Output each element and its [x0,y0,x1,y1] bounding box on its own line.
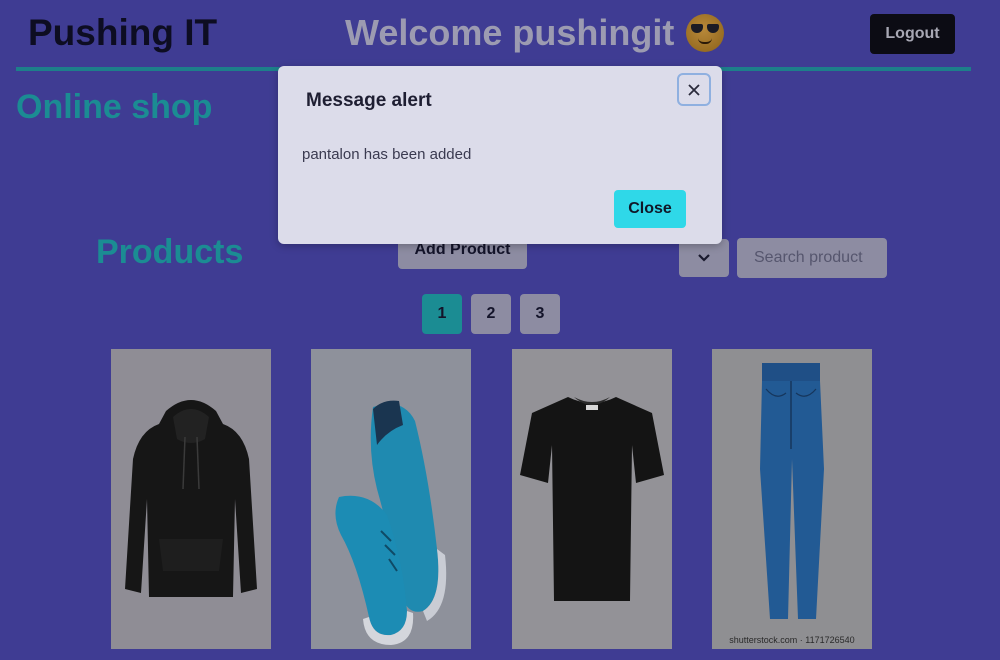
logout-button[interactable]: Logout [870,14,955,54]
modal-close-icon-button[interactable] [677,73,711,106]
image-watermark: shutterstock.com · 1171726540 [729,635,855,645]
chevron-down-icon [698,254,710,262]
product-card-tshirt[interactable] [512,349,672,649]
page-button-3[interactable]: 3 [520,294,560,334]
modal-title: Message alert [306,90,432,111]
product-card-hoodie[interactable] [111,349,271,649]
sunglasses-face-icon [686,14,725,52]
page-button-2[interactable]: 2 [471,294,511,334]
products-heading: Products [96,233,244,271]
filter-dropdown[interactable] [679,239,729,277]
sneakers-image [311,349,471,649]
brand-title: Pushing IT [28,12,218,53]
product-card-pantalon[interactable]: shutterstock.com · 1171726540 [712,349,872,649]
modal-close-button[interactable]: Close [614,190,686,228]
tshirt-image [512,349,672,649]
welcome-message: Welcome pushingit [345,12,725,54]
modal-message: pantalon has been added [302,146,472,163]
search-input[interactable] [737,238,887,278]
pagination: 1 2 3 [422,294,560,334]
close-icon [688,83,700,96]
message-alert-modal: Message alert pantalon has been added Cl… [278,66,722,244]
page-button-1[interactable]: 1 [422,294,462,334]
welcome-text: Welcome pushingit [345,12,675,53]
product-card-sneakers[interactable] [311,349,471,649]
shop-title: Online shop [16,88,213,126]
jeans-image [712,349,872,649]
hoodie-image [111,349,271,649]
